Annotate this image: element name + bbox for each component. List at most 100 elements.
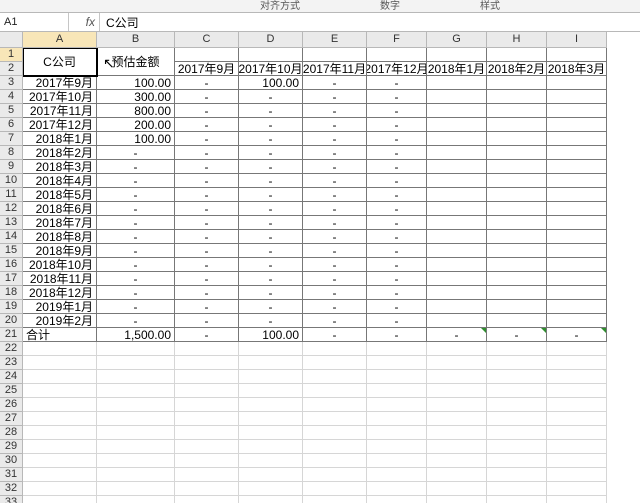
cell[interactable] (175, 468, 239, 482)
row-header-9[interactable]: 9 (0, 160, 22, 174)
row-value[interactable]: - (303, 230, 367, 244)
cell[interactable] (427, 370, 487, 384)
row-value[interactable]: - (303, 174, 367, 188)
row-value[interactable] (547, 76, 607, 90)
row-value[interactable] (427, 174, 487, 188)
cell[interactable] (303, 356, 367, 370)
row-value[interactable]: - (175, 258, 239, 272)
row-value[interactable]: - (239, 160, 303, 174)
cell[interactable] (547, 384, 607, 398)
row-value[interactable]: - (175, 132, 239, 146)
row-label[interactable]: 2018年1月 (23, 132, 97, 146)
row-label[interactable]: 2018年6月 (23, 202, 97, 216)
row-value[interactable] (487, 286, 547, 300)
row-estimate[interactable]: 300.00 (97, 90, 175, 104)
cell[interactable] (487, 384, 547, 398)
row-value[interactable] (427, 104, 487, 118)
row-header-3[interactable]: 3 (0, 76, 22, 90)
row-value[interactable]: - (175, 146, 239, 160)
cell[interactable] (97, 440, 175, 454)
row-header-7[interactable]: 7 (0, 132, 22, 146)
cell[interactable] (97, 412, 175, 426)
cell[interactable] (487, 356, 547, 370)
cell[interactable] (367, 454, 427, 468)
row-estimate[interactable]: - (97, 146, 175, 160)
row-header-25[interactable]: 25 (0, 384, 22, 398)
cell[interactable] (97, 468, 175, 482)
cell[interactable] (303, 370, 367, 384)
total-value[interactable]: 100.00 (239, 328, 303, 342)
row-value[interactable]: - (239, 174, 303, 188)
row-value[interactable]: - (239, 146, 303, 160)
row-value[interactable]: - (175, 104, 239, 118)
row-value[interactable] (487, 146, 547, 160)
row-value[interactable] (547, 244, 607, 258)
cell[interactable] (367, 440, 427, 454)
cell[interactable] (547, 412, 607, 426)
cell[interactable] (427, 412, 487, 426)
row-value[interactable] (427, 76, 487, 90)
row-label[interactable]: 2018年7月 (23, 216, 97, 230)
row-estimate[interactable]: - (97, 174, 175, 188)
cell[interactable] (487, 370, 547, 384)
row-header-20[interactable]: 20 (0, 314, 22, 328)
row-estimate[interactable]: 100.00 (97, 132, 175, 146)
row-value[interactable]: - (239, 244, 303, 258)
row-value[interactable] (547, 230, 607, 244)
row-value[interactable] (487, 160, 547, 174)
row-value[interactable] (547, 132, 607, 146)
cell[interactable] (303, 468, 367, 482)
row-value[interactable]: - (367, 202, 427, 216)
row-value[interactable] (547, 104, 607, 118)
row-value[interactable]: - (175, 174, 239, 188)
row-value[interactable] (547, 188, 607, 202)
row-value[interactable]: - (303, 118, 367, 132)
cell[interactable] (175, 384, 239, 398)
cell[interactable] (97, 398, 175, 412)
row-value[interactable]: - (175, 216, 239, 230)
row-label[interactable]: 2018年4月 (23, 174, 97, 188)
row-value[interactable]: - (239, 230, 303, 244)
row-header-11[interactable]: 11 (0, 188, 22, 202)
row-value[interactable]: - (175, 160, 239, 174)
cell[interactable] (547, 370, 607, 384)
row-header-27[interactable]: 27 (0, 412, 22, 426)
cell[interactable] (487, 412, 547, 426)
row-header-29[interactable]: 29 (0, 440, 22, 454)
row-value[interactable]: 100.00 (239, 76, 303, 90)
row-value[interactable] (427, 244, 487, 258)
cell[interactable] (303, 454, 367, 468)
cell[interactable] (303, 426, 367, 440)
cell[interactable] (547, 468, 607, 482)
row-header-22[interactable]: 22 (0, 342, 22, 356)
row-value[interactable]: - (175, 202, 239, 216)
row-value[interactable]: - (239, 188, 303, 202)
month-header[interactable]: 2017年11月 (303, 62, 367, 76)
row-header-5[interactable]: 5 (0, 104, 22, 118)
cell[interactable] (175, 398, 239, 412)
total-value[interactable]: - (547, 328, 607, 342)
column-header-B[interactable]: B (97, 32, 175, 47)
row-value[interactable] (487, 216, 547, 230)
row-value[interactable]: - (303, 146, 367, 160)
column-header-I[interactable]: I (547, 32, 607, 47)
column-header-F[interactable]: F (367, 32, 427, 47)
cell[interactable] (427, 356, 487, 370)
row-value[interactable]: - (367, 230, 427, 244)
row-value[interactable] (427, 230, 487, 244)
row-value[interactable]: - (367, 132, 427, 146)
cell[interactable] (239, 468, 303, 482)
row-estimate[interactable]: - (97, 230, 175, 244)
row-value[interactable] (547, 314, 607, 328)
row-value[interactable] (427, 216, 487, 230)
row-estimate[interactable]: 200.00 (97, 118, 175, 132)
row-value[interactable]: - (367, 174, 427, 188)
row-header-28[interactable]: 28 (0, 426, 22, 440)
cell[interactable] (487, 454, 547, 468)
row-label[interactable]: 2017年9月 (23, 76, 97, 90)
row-label[interactable]: 2018年8月 (23, 230, 97, 244)
cell[interactable] (97, 482, 175, 496)
cell[interactable] (23, 496, 97, 503)
row-value[interactable]: - (303, 188, 367, 202)
cell[interactable] (175, 454, 239, 468)
